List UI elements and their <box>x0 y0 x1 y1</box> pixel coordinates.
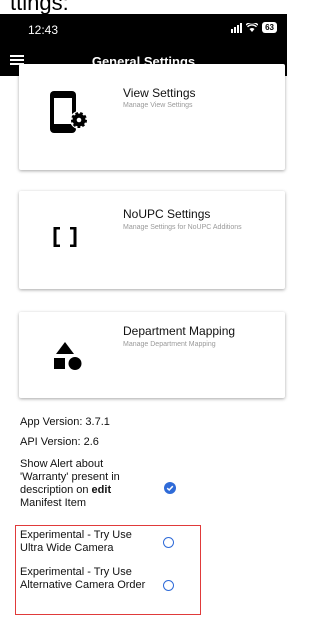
noupc-settings-card[interactable]: NoUPC Settings Manage Settings for NoUPC… <box>19 191 285 289</box>
card-title: NoUPC Settings <box>123 207 211 221</box>
signal-icon <box>231 22 243 33</box>
status-icons: 63 <box>231 22 277 33</box>
checkmark-icon <box>166 485 174 492</box>
wifi-icon <box>246 23 259 32</box>
alternative-camera-order-radio[interactable] <box>163 580 174 591</box>
brackets-icon <box>53 227 77 247</box>
card-title: Department Mapping <box>123 324 236 338</box>
page-title-fragment: ttings: <box>0 0 287 14</box>
card-subtitle: Manage Settings for NoUPC Additions <box>123 224 242 231</box>
card-subtitle: Manage View Settings <box>123 102 193 109</box>
battery-icon: 63 <box>262 22 277 33</box>
tablet-settings-icon <box>50 91 88 133</box>
status-time: 12:43 <box>28 23 59 37</box>
alternative-camera-order-label: Experimental - Try Use Alternative Camer… <box>20 566 146 591</box>
shapes-icon <box>54 342 82 370</box>
view-settings-card[interactable]: View Settings Manage View Settings <box>19 64 285 170</box>
card-subtitle: Manage Department Mapping <box>123 341 216 348</box>
warranty-alert-checkbox[interactable] <box>164 482 176 494</box>
api-version: API Version: 2.6 <box>20 436 99 448</box>
app-version: App Version: 3.7.1 <box>20 416 110 428</box>
page-title-fragment-text: ttings: <box>10 0 69 14</box>
ultra-wide-camera-label: Experimental - Try Use Ultra Wide Camera <box>20 529 132 554</box>
department-mapping-card[interactable]: Department Mapping Manage Department Map… <box>19 312 285 398</box>
card-title: View Settings <box>123 86 196 100</box>
ultra-wide-camera-radio[interactable] <box>163 537 174 548</box>
warranty-alert-label: Show Alert about 'Warranty' present in d… <box>20 458 120 509</box>
